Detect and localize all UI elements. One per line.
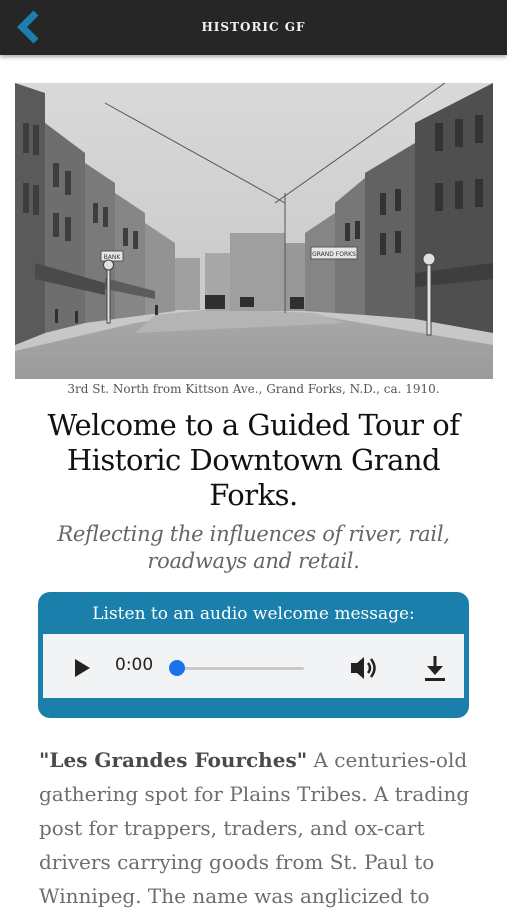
page-title: Welcome to a Guided Tour of Historic Dow… — [47, 408, 460, 512]
playback-time: 0:00 — [115, 655, 154, 675]
volume-button[interactable] — [349, 654, 379, 686]
seek-slider-thumb[interactable] — [169, 660, 185, 676]
intro-paragraph: "Les Grandes Fourches" A centuries-old g… — [39, 743, 479, 913]
app-title: HISTORIC GF — [201, 20, 306, 34]
audio-player: 0:00 — [43, 634, 464, 698]
store-sign-right: GRAND FORKS — [312, 251, 356, 258]
seek-track[interactable] — [176, 667, 304, 670]
download-icon — [425, 656, 445, 681]
top-app-bar: HISTORIC GF — [0, 0, 507, 55]
historic-street-photo: GRAND FORKS BANK — [15, 83, 493, 379]
page-subtitle: Reflecting the influences of river, rail… — [57, 522, 450, 573]
intro-text: A centuries-old gathering spot for Plain… — [39, 748, 470, 908]
play-button[interactable] — [73, 658, 91, 682]
intro-lead: "Les Grandes Fourches" — [39, 748, 308, 772]
download-button[interactable] — [423, 654, 447, 686]
photo-caption: 3rd St. North from Kittson Ave., Grand F… — [67, 382, 440, 396]
volume-icon — [351, 657, 376, 679]
audio-welcome-card: Listen to an audio welcome message: 0:00 — [38, 592, 469, 718]
play-icon — [75, 659, 90, 677]
audio-card-title: Listen to an audio welcome message: — [92, 604, 415, 624]
